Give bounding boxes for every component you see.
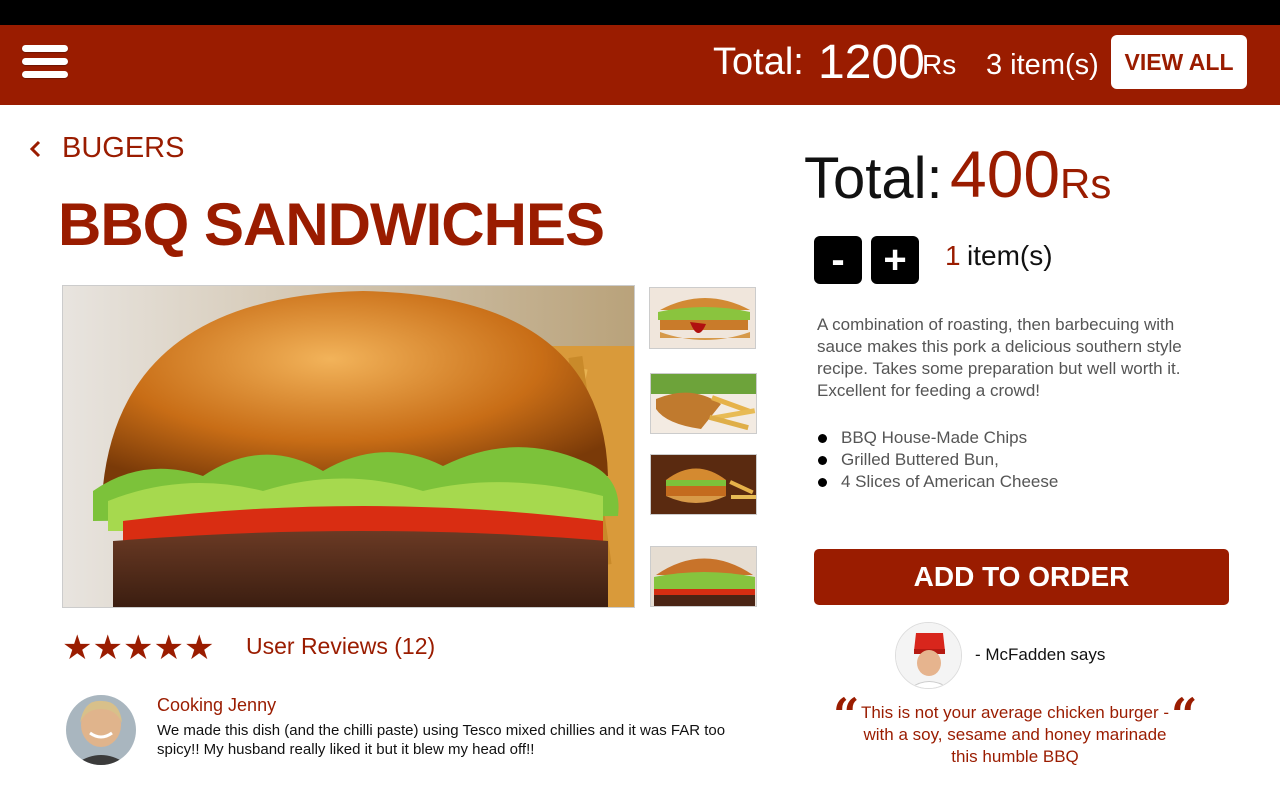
- header-total-value: 1200: [818, 36, 925, 89]
- hamburger-menu-icon[interactable]: [22, 45, 68, 83]
- thumbnail-image[interactable]: [649, 287, 756, 349]
- chef-quote: This is not your average chicken burger …: [860, 703, 1170, 766]
- user-reviews-link[interactable]: User Reviews (12): [246, 633, 435, 660]
- product-total-label: Total:: [804, 146, 943, 211]
- list-item: BBQ House-Made Chips: [817, 427, 1058, 449]
- thumbnail-image[interactable]: [650, 546, 757, 607]
- decrement-quantity-button[interactable]: -: [814, 236, 862, 284]
- ingredient-list: BBQ House-Made Chips Grilled Buttered Bu…: [817, 427, 1058, 493]
- chef-attribution: - McFadden says: [975, 645, 1106, 664]
- review-text: We made this dish (and the chilli paste)…: [157, 722, 726, 758]
- header-item-count: 3 item(s): [986, 49, 1099, 81]
- reviewer-name[interactable]: Cooking Jenny: [157, 695, 276, 716]
- breadcrumb[interactable]: BUGERS: [28, 132, 184, 165]
- chef-avatar: [895, 622, 962, 689]
- star-icon: ★: [62, 629, 93, 667]
- star-icon: ★: [183, 629, 215, 667]
- avatar: [66, 695, 136, 765]
- open-quote-icon: “: [833, 688, 860, 742]
- list-item: 4 Slices of American Cheese: [817, 471, 1058, 493]
- add-to-order-button[interactable]: ADD TO ORDER: [814, 549, 1229, 605]
- increment-quantity-button[interactable]: +: [871, 236, 919, 284]
- star-icon: ★: [122, 629, 154, 667]
- quantity-suffix: item(s): [967, 240, 1053, 271]
- product-description: A combination of roasting, then barbecui…: [817, 315, 1182, 400]
- breadcrumb-category-label: BUGERS: [62, 132, 185, 164]
- thumbnail-image[interactable]: [650, 373, 757, 434]
- rating-stars: ★ ★ ★ ★ ★: [62, 628, 214, 668]
- star-icon: ★: [153, 629, 184, 667]
- header-total-label: Total:: [713, 41, 804, 83]
- main-product-image: [62, 285, 635, 608]
- product-total-unit: Rs: [1060, 160, 1112, 207]
- list-item: Grilled Buttered Bun,: [817, 449, 1058, 471]
- chevron-left-icon: [29, 140, 41, 157]
- thumbnail-image[interactable]: [650, 454, 757, 515]
- close-quote-icon: “: [1171, 688, 1198, 742]
- top-header: Total: 1200 Rs 3 item(s) VIEW ALL: [0, 25, 1280, 105]
- status-bar: [0, 0, 1280, 25]
- product-total-value: 400: [950, 137, 1061, 211]
- star-icon: ★: [92, 629, 123, 667]
- header-total-unit: Rs: [922, 49, 957, 80]
- quantity-count: 1: [945, 240, 961, 271]
- page-title: BBQ SANDWICHES: [58, 191, 605, 258]
- view-all-button[interactable]: VIEW ALL: [1111, 35, 1247, 89]
